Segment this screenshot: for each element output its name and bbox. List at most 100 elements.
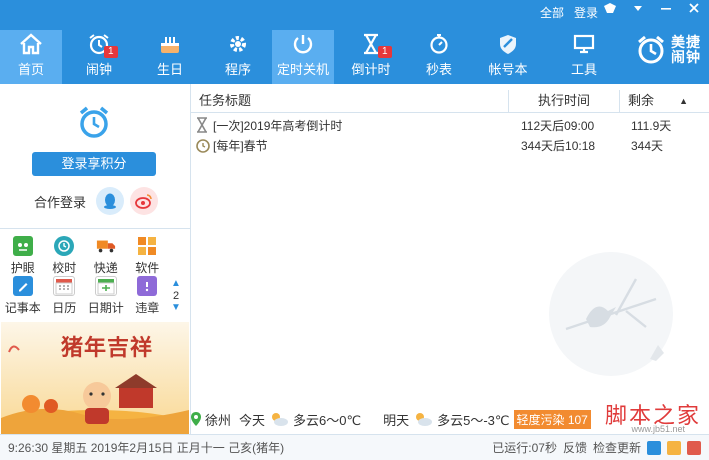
location-pin-icon xyxy=(191,412,201,426)
page-up-icon[interactable]: ▲ xyxy=(170,278,182,290)
row-title-cell: [每年]春节 xyxy=(191,137,519,154)
logo-line1: 美捷 xyxy=(671,34,701,50)
nav-birthday[interactable]: 生日 xyxy=(136,30,204,84)
nav-alarm[interactable]: 闹钟 1 xyxy=(62,30,136,84)
coop-login: 合作登录 xyxy=(34,187,159,215)
menu-icon[interactable] xyxy=(631,2,645,17)
nav-label: 首页 xyxy=(17,62,44,77)
logo-alarm-icon xyxy=(638,35,664,64)
tool-pager: ▲ 2 ▼ xyxy=(170,278,182,314)
tool-row: 记事本 日历 日期计 违章 xyxy=(2,276,168,316)
cake-icon xyxy=(158,33,182,55)
nav-countdown[interactable]: 倒计时 1 xyxy=(334,30,408,84)
tool-label: 护眼 xyxy=(10,261,35,275)
tool-notepad[interactable]: 记事本 xyxy=(2,276,44,316)
divider xyxy=(0,228,190,229)
tool-calendar[interactable]: 日历 xyxy=(44,276,86,316)
bird-watermark-icon xyxy=(546,249,676,382)
site-watermark-url: www.jb51.net xyxy=(631,424,685,434)
all-link[interactable]: 全部 xyxy=(540,4,564,21)
shield-icon xyxy=(496,33,520,55)
login-link[interactable]: 登录 xyxy=(574,4,598,21)
status-right: 已运行:07秒 反馈 检查更新 xyxy=(492,439,701,456)
page-down-icon[interactable]: ▼ xyxy=(170,302,182,314)
date-calc-icon xyxy=(94,276,117,296)
task-panel: 任务标题 执行时间 剩余 ▲ [一次]2019年高考倒计时 112天后09:00… xyxy=(191,84,709,434)
nav-label: 倒计时 xyxy=(351,62,391,77)
cloudy-icon xyxy=(272,413,289,426)
nav-badge: 1 xyxy=(378,46,392,58)
home-icon xyxy=(19,33,43,55)
nav-stopwatch[interactable]: 秒表 xyxy=(408,30,470,84)
tool-eye-care[interactable]: 护眼 xyxy=(2,236,44,276)
calendar-icon xyxy=(53,276,76,296)
login-reward-button[interactable]: 登录享积分 xyxy=(32,152,156,176)
alarm-clock-icon xyxy=(76,104,112,143)
nav-tools[interactable]: 工具 xyxy=(546,30,622,84)
nav-label: 工具 xyxy=(570,62,597,77)
status-datetime: 9:26:30 星期五 2019年2月15日 正月十一 己亥(猪年) xyxy=(8,441,285,455)
feedback-link[interactable]: 反馈 xyxy=(563,439,587,456)
weather-city[interactable]: 徐州 xyxy=(205,410,231,429)
nav-shutdown[interactable]: 定时关机 xyxy=(272,30,334,84)
tool-traffic-violation[interactable]: 违章 xyxy=(127,276,169,316)
weather-tomorrow-label: 明天 xyxy=(383,412,410,428)
qq-login-button[interactable] xyxy=(96,187,125,215)
nav-program[interactable]: 程序 xyxy=(204,30,272,84)
nav-label: 生日 xyxy=(156,62,183,77)
header-remain[interactable]: 剩余 ▲ xyxy=(620,90,690,112)
tool-label: 校时 xyxy=(52,261,77,275)
software-icon xyxy=(137,236,157,256)
promo-banner[interactable]: 猪年吉祥 xyxy=(1,322,189,434)
eye-care-icon xyxy=(12,236,33,256)
check-update-link[interactable]: 检查更新 xyxy=(593,439,641,456)
nav-label: 秒表 xyxy=(425,62,452,77)
header-title[interactable]: 任务标题 xyxy=(191,90,509,112)
star-icon[interactable] xyxy=(667,440,681,455)
table-header: 任务标题 执行时间 剩余 ▲ xyxy=(191,90,709,113)
time-sync-icon xyxy=(54,236,75,256)
nav-home[interactable]: 首页 xyxy=(0,30,62,84)
like-icon[interactable] xyxy=(687,440,701,455)
notepad-icon xyxy=(12,276,33,296)
row-title-cell: [一次]2019年高考倒计时 xyxy=(191,117,519,134)
main-nav: 首页 闹钟 1 生日 程序 定时关机 倒计时 1 秒表 帐号本 工具 xyxy=(0,30,622,84)
close-icon[interactable] xyxy=(687,2,701,17)
row-title: [一次]2019年高考倒计时 xyxy=(213,118,343,133)
tool-label: 日历 xyxy=(52,301,77,315)
table-row[interactable]: [每年]春节 344天后10:18 344天 xyxy=(191,135,709,155)
minimize-icon[interactable] xyxy=(659,2,673,17)
coop-label: 合作登录 xyxy=(34,194,87,210)
cloudy-icon xyxy=(416,413,433,426)
weibo-login-button[interactable] xyxy=(130,187,159,215)
header-time[interactable]: 执行时间 xyxy=(509,90,620,112)
app-logo: 美捷 闹钟 xyxy=(635,34,701,66)
status-runtime: 已运行:07秒 xyxy=(492,441,557,455)
table-row[interactable]: [一次]2019年高考倒计时 112天后09:00 111.9天 xyxy=(191,115,709,135)
left-panel: 登录享积分 合作登录 护眼 校时 快递 软件 记事本 日历 日期计 违章 ▲ 2… xyxy=(0,84,191,434)
row-remain: 111.9天 xyxy=(631,118,672,133)
skin-icon[interactable] xyxy=(603,2,617,17)
nav-label: 帐号本 xyxy=(488,62,528,77)
power-icon xyxy=(291,33,315,55)
gear-icon xyxy=(226,33,250,55)
tool-time-sync[interactable]: 校时 xyxy=(44,236,86,276)
tool-software[interactable]: 软件 xyxy=(127,236,169,276)
tool-label: 记事本 xyxy=(4,301,41,315)
share-icon[interactable] xyxy=(647,440,661,455)
nav-account[interactable]: 帐号本 xyxy=(470,30,546,84)
header-remain-label: 剩余 xyxy=(628,93,655,108)
tool-date-calc[interactable]: 日期计 xyxy=(85,276,127,316)
tool-express[interactable]: 快递 xyxy=(85,236,127,276)
tool-label: 违章 xyxy=(135,301,160,315)
hourglass-icon xyxy=(197,117,207,133)
row-title: [每年]春节 xyxy=(213,138,268,153)
weather-tomorrow: 多云5～-3℃ xyxy=(437,412,510,428)
weather-today-label: 今天 xyxy=(239,412,266,428)
tool-row: 护眼 校时 快递 软件 xyxy=(2,236,168,276)
tool-label: 软件 xyxy=(135,261,160,275)
window-buttons xyxy=(603,2,701,17)
tool-label: 快递 xyxy=(93,261,118,275)
row-time: 344天后10:18 xyxy=(521,138,596,153)
aqi-badge: 轻度污染 107 xyxy=(513,409,591,429)
